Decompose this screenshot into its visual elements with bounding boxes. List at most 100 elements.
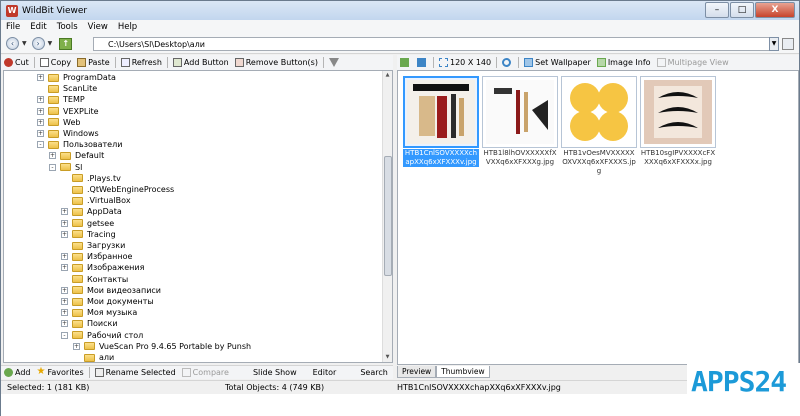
back-dropdown-icon[interactable]: ▼ (22, 40, 27, 47)
filter-button[interactable] (326, 58, 344, 67)
tree-node[interactable]: + Мои документы (61, 296, 154, 307)
tree-node[interactable]: + VEXPLite (37, 106, 99, 117)
menu-tools[interactable]: Tools (52, 22, 83, 32)
maximize-button[interactable]: □ (730, 2, 754, 18)
expander-icon[interactable]: + (49, 152, 56, 160)
image-info-button[interactable]: Image Info (594, 58, 654, 67)
thumbnail-item[interactable]: HTB1vOesMVXXXXXOXVXXq6xXFXXXS.jpg (561, 76, 637, 176)
sort-down-button[interactable] (414, 58, 431, 67)
expander-icon[interactable]: + (37, 96, 44, 104)
thumbnail-size-button[interactable]: 120 X 140 (436, 58, 494, 67)
tree-node-label: .QtWebEngineProcess (87, 185, 175, 194)
tree-node[interactable]: .QtWebEngineProcess (61, 184, 174, 195)
menu-edit[interactable]: Edit (25, 22, 51, 32)
tree-node[interactable]: Контакты (61, 274, 128, 285)
tree-node[interactable]: + AppData (61, 206, 122, 217)
tree-node[interactable]: - Рабочий стол (61, 330, 143, 341)
expander-icon[interactable]: - (49, 163, 56, 171)
tree-node[interactable]: + Мои видеозаписи (61, 285, 161, 296)
folder-up-icon[interactable]: ↑ (59, 37, 73, 50)
expander-icon[interactable]: + (61, 219, 68, 227)
tree-node[interactable]: + VueScan Pro 9.4.65 Portable by Punsh (73, 341, 251, 352)
sort-up-button[interactable] (397, 58, 414, 67)
editor-button[interactable]: Editor (310, 368, 340, 377)
expander-icon[interactable]: + (61, 230, 68, 238)
slideshow-button[interactable]: Slide Show (250, 368, 300, 377)
expander-icon[interactable]: + (37, 74, 44, 81)
tree-node[interactable]: + Поиски (61, 318, 118, 329)
expander-icon[interactable]: + (61, 253, 68, 261)
scroll-thumb[interactable] (384, 156, 392, 276)
expander-icon[interactable]: - (37, 141, 44, 149)
expander-icon[interactable]: + (61, 208, 68, 216)
tree-node[interactable]: али (73, 352, 114, 362)
expander-icon[interactable]: + (73, 342, 80, 350)
tree-node[interactable]: - Sl (49, 162, 82, 173)
tree-node-label: Пользователи (63, 140, 123, 150)
tree-node[interactable]: .Plays.tv (61, 173, 121, 184)
rename-selected-button[interactable]: Rename Selected (92, 368, 179, 377)
expander-icon[interactable]: + (37, 118, 44, 126)
refresh-button[interactable]: Refresh (118, 58, 165, 67)
scroll-down-icon[interactable]: ▼ (383, 353, 392, 362)
add-favorite-button[interactable]: Add (1, 368, 34, 377)
folder-tree[interactable]: + ProgramData ScanLite + TEMP + VEXPLite + Web + W… (3, 70, 393, 363)
refresh-thumbs-button[interactable] (499, 58, 516, 67)
address-input[interactable] (93, 37, 777, 51)
search-button[interactable]: Search (357, 368, 390, 377)
tree-node[interactable]: + Default (49, 150, 104, 161)
scroll-up-icon[interactable]: ▲ (383, 71, 392, 80)
expander-icon[interactable]: + (61, 309, 68, 317)
tree-node[interactable]: + Моя музыка (61, 307, 137, 318)
thumbnail-pane[interactable]: HTB1CnlSOVXXXXchapXXq6xXFXXXv.jpg HTB1l8… (397, 70, 799, 365)
cut-button[interactable]: Cut (1, 58, 32, 67)
tree-node[interactable]: + Windows (37, 128, 99, 139)
forward-dropdown-icon[interactable]: ▼ (48, 40, 53, 47)
minimize-button[interactable]: – (705, 2, 729, 18)
tree-node[interactable]: Загрузки (61, 240, 125, 251)
forward-button[interactable]: › (31, 37, 45, 50)
set-wallpaper-button[interactable]: Set Wallpaper (521, 58, 594, 67)
expander-icon[interactable]: + (61, 320, 68, 328)
multipage-view-button[interactable]: Multipage View (654, 58, 732, 67)
menu-help[interactable]: Help (113, 22, 142, 32)
paste-button[interactable]: Paste (74, 58, 113, 67)
tree-node[interactable]: ScanLite (37, 83, 97, 94)
tree-node[interactable]: + Tracing (61, 229, 116, 240)
thumbnail-item[interactable]: HTB1l8lhOVXXXXXfXVXXq6xXFXXXg.jpg (482, 76, 558, 167)
watermark-logo: APPS24 (687, 363, 800, 416)
title-bar[interactable]: W WildBit Viewer – □ X (1, 1, 799, 20)
back-button[interactable]: ‹ (6, 37, 19, 50)
copy-button[interactable]: Copy (37, 58, 74, 67)
tree-node[interactable]: .VirtualBox (61, 195, 131, 206)
tree-node[interactable]: + ProgramData (37, 72, 116, 83)
expander-icon[interactable]: - (61, 331, 68, 339)
add-button-button[interactable]: Add Button (170, 58, 232, 67)
address-menu-button[interactable] (782, 38, 794, 50)
tree-node[interactable]: - Пользователи (37, 139, 122, 150)
close-button[interactable]: X (755, 2, 795, 18)
expander-icon[interactable]: + (37, 107, 44, 115)
thumbnail-item[interactable]: HTB10sgIPVXXXXcFXXXXq6xXFXXXx.jpg (640, 76, 716, 167)
menu-file[interactable]: File (1, 22, 25, 32)
thumbnail-item[interactable]: HTB1CnlSOVXXXXchapXXq6xXFXXXv.jpg (403, 76, 479, 167)
remove-buttons-button[interactable]: Remove Button(s) (232, 58, 321, 67)
favorites-button[interactable]: ★ Favorites (34, 367, 87, 378)
expander-icon[interactable]: + (61, 264, 68, 272)
tree-node-label: .VirtualBox (87, 196, 131, 206)
menu-view[interactable]: View (83, 22, 113, 32)
tree-node[interactable]: + getsee (61, 218, 114, 229)
expander-icon[interactable]: + (61, 298, 68, 305)
tree-node[interactable]: + Web (37, 117, 80, 128)
tree-node[interactable]: + Изображения (61, 262, 144, 273)
folder-icon (72, 286, 83, 295)
tab-preview[interactable]: Preview (397, 366, 437, 378)
tab-thumbview[interactable]: Thumbview (436, 366, 490, 378)
tree-node[interactable]: + TEMP (37, 94, 85, 105)
expander-icon[interactable]: + (61, 286, 68, 294)
tree-scrollbar[interactable]: ▲ ▼ (382, 71, 392, 362)
expander-icon[interactable]: + (37, 130, 44, 137)
compare-button[interactable]: Compare (179, 368, 232, 377)
address-dropdown-icon[interactable]: ▼ (769, 37, 779, 51)
tree-node[interactable]: + Избранное (61, 251, 132, 262)
